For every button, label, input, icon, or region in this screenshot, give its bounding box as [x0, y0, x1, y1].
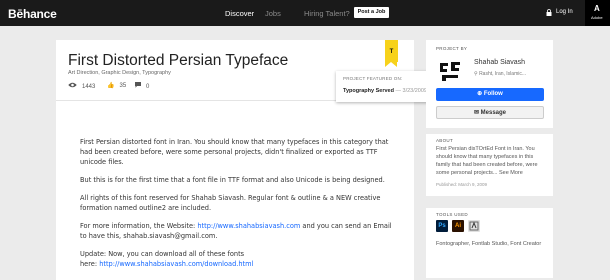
appreciations-count: 35	[119, 83, 127, 89]
featured-on-detail: Typography Served — 3/23/2009	[343, 88, 427, 94]
project-fields[interactable]: Art Direction, Graphic Design, Typograph…	[68, 70, 171, 76]
behance-logo[interactable]: Bēhance	[8, 7, 57, 21]
tools-list: Fontographer, Fontlab Studio, Font Creat…	[436, 241, 542, 247]
illustrator-icon[interactable]: Ai	[452, 220, 464, 232]
published-date: Published: March 9, 2009	[436, 182, 488, 187]
nav-discover[interactable]: Discover	[225, 9, 254, 18]
message-button[interactable]: ✉ Message	[436, 106, 544, 119]
description-paragraph: First Persian distorted font in Iran. Yo…	[80, 138, 389, 166]
comment-icon	[135, 82, 141, 90]
tools-panel: TOOLS USED Ps Ai Fontographer, Fontlab S…	[426, 208, 553, 278]
thumbs-up-icon: 👍	[107, 83, 115, 89]
top-navigation-bar: Bēhance Discover Jobs Hiring Talent? Pos…	[0, 0, 610, 26]
featured-ribbon-letter: T	[389, 49, 394, 55]
author-name[interactable]: Shahab Siavash	[474, 59, 525, 66]
about-label: ABOUT	[436, 138, 454, 143]
featured-on-heading: PROJECT FEATURED ON:	[343, 76, 403, 81]
views-stat: 1443	[68, 82, 95, 90]
description-paragraph: Update: Now, you can download all of the…	[80, 250, 245, 258]
author-location: ⚲ Rasht, Iran, Islamic...	[474, 71, 526, 77]
project-title: First Distorted Persian Typeface	[68, 52, 289, 69]
post-a-job-button[interactable]: Post a Job	[354, 7, 389, 18]
description-text: For more information, the Website:	[80, 222, 198, 230]
eye-icon	[68, 82, 77, 90]
about-panel: ABOUT First Persian disTOrtEd Font in Ir…	[426, 134, 553, 196]
nav-jobs[interactable]: Jobs	[265, 9, 281, 18]
follow-label: Follow	[483, 91, 503, 97]
font-tool-icon[interactable]	[468, 220, 480, 232]
location-pin-icon: ⚲	[474, 71, 478, 77]
envelope-icon: ✉	[473, 110, 479, 116]
adobe-logo[interactable]: A Adobe	[585, 0, 610, 26]
project-by-panel: PROJECT BY Shahab Siavash ⚲ Rasht, Iran,…	[426, 40, 553, 128]
description-text: here:	[80, 260, 100, 268]
description-paragraph: All rights of this font reserved for Sha…	[80, 194, 381, 212]
project-description: First Persian distorted font in Iran. Yo…	[80, 137, 392, 277]
project-by-label: PROJECT BY	[436, 46, 468, 51]
author-avatar[interactable]	[436, 57, 464, 85]
adobe-text: Adobe	[591, 15, 603, 20]
views-count: 1443	[82, 84, 96, 90]
author-location-text: Rasht, Iran, Islamic...	[479, 71, 527, 77]
tools-used-label: TOOLS USED	[436, 212, 468, 217]
featured-date: — 3/23/2009	[395, 88, 427, 94]
nav-hiring-talent[interactable]: Hiring Talent?	[304, 9, 350, 18]
featured-site-link[interactable]: Typography Served	[343, 88, 394, 94]
plus-circle-icon: ⊕	[477, 91, 483, 97]
website-link[interactable]: http://www.shahabsiavash.com	[197, 222, 300, 230]
comments-count: 0	[146, 84, 150, 90]
follow-button[interactable]: ⊕ Follow	[436, 88, 544, 101]
photoshop-icon[interactable]: Ps	[436, 220, 448, 232]
download-link[interactable]: http://www.shahabsiavash.com/download.ht…	[99, 260, 253, 268]
appreciations-stat: 👍 35	[107, 82, 126, 89]
message-label: Message	[480, 110, 507, 116]
about-text: First Persian disTOrtEd Font in Iran. Yo…	[436, 146, 538, 176]
featured-ribbon[interactable]: T	[385, 40, 398, 67]
log-in-link[interactable]: Log In	[556, 9, 573, 15]
lock-icon	[546, 9, 552, 16]
description-paragraph: For more information, the Website: http:…	[80, 221, 392, 241]
description-paragraph: But this is for the first time that a fo…	[80, 176, 385, 184]
adobe-mark: A	[594, 4, 600, 13]
description-paragraph: here: http://www.shahabsiavash.com/downl…	[80, 259, 392, 269]
comments-stat: 0	[135, 82, 149, 90]
